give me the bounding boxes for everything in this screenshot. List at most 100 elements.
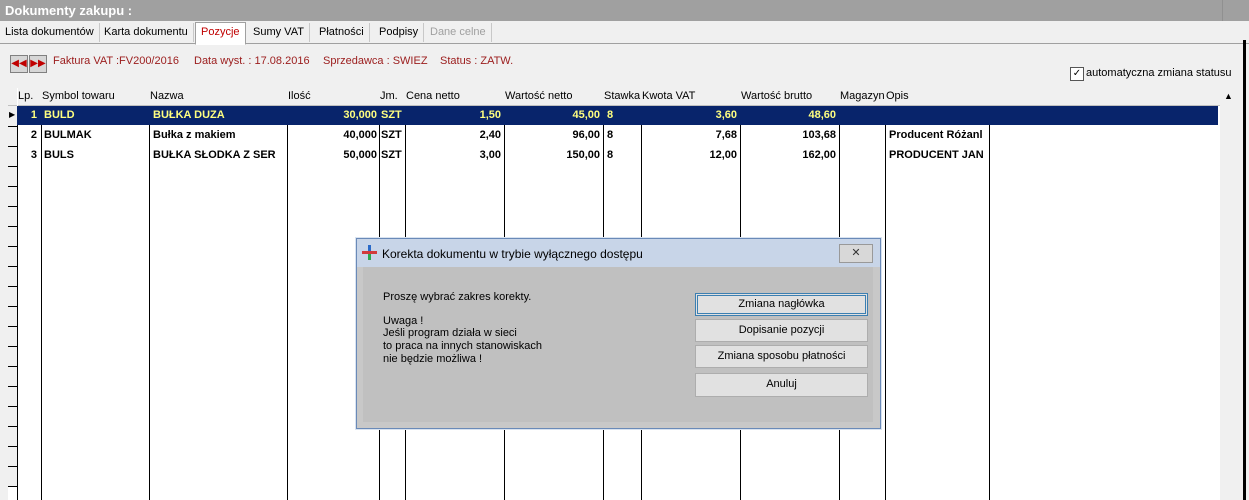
row-indicator[interactable] bbox=[8, 347, 17, 367]
warning-line: Uwaga ! bbox=[383, 315, 424, 327]
cell-lp: 2 bbox=[30, 129, 37, 141]
tab-bar: Lista dokumentów Karta dokumentu Pozycje… bbox=[0, 22, 1249, 45]
table-row[interactable]: 3 BULS BUŁKA SŁODKA Z SER 50,000 SZT 3,0… bbox=[17, 146, 1218, 165]
cancel-button[interactable]: Anuluj bbox=[695, 373, 868, 397]
tab-karta-dokumentu[interactable]: Karta dokumentu bbox=[99, 23, 194, 42]
header-netto[interactable]: Wartość netto bbox=[505, 88, 604, 106]
header-vat[interactable]: Kwota VAT bbox=[642, 88, 741, 106]
cell-nazwa: BUŁKA DUZA bbox=[153, 109, 225, 121]
vertical-scrollbar[interactable]: ▲ bbox=[1220, 88, 1237, 500]
cell-vat: 12,00 bbox=[709, 149, 737, 161]
nav-first-icon[interactable]: ◀◀ bbox=[10, 55, 28, 73]
seller: Sprzedawca : SWIEZ bbox=[323, 55, 428, 67]
nav-next-icon[interactable]: ▶▶ bbox=[29, 55, 47, 73]
scroll-up-icon[interactable]: ▲ bbox=[1220, 88, 1237, 105]
cell-lp: 3 bbox=[30, 149, 37, 161]
row-indicator[interactable] bbox=[8, 227, 17, 247]
cell-brutto: 162,00 bbox=[802, 149, 836, 161]
cell-opis: PRODUCENT JAN bbox=[889, 149, 984, 161]
tab-lista-dokumentow[interactable]: Lista dokumentów bbox=[0, 23, 100, 42]
header-brutto[interactable]: Wartość brutto bbox=[741, 88, 840, 106]
add-position-button[interactable]: Dopisanie pozycji bbox=[695, 319, 868, 342]
cell-vat: 3,60 bbox=[715, 109, 737, 121]
dialog-title: Korekta dokumentu w trybie wyłącznego do… bbox=[382, 247, 643, 261]
cell-cena: 2,40 bbox=[479, 129, 501, 141]
row-indicator[interactable] bbox=[8, 247, 17, 267]
cell-symbol: BULMAK bbox=[44, 129, 92, 141]
tab-platnosci[interactable]: Płatności bbox=[314, 23, 370, 42]
window-titlebar: Dokumenty zakupu : bbox=[0, 0, 1249, 21]
cell-stawka: 8 bbox=[607, 109, 614, 121]
cell-cena: 1,50 bbox=[479, 109, 501, 121]
cell-symbol: BULD bbox=[44, 109, 75, 121]
document-status: Status : ZATW. bbox=[440, 55, 514, 67]
warning-line: to praca na innych stanowiskach bbox=[383, 340, 542, 352]
cell-lp: 1 bbox=[30, 109, 37, 121]
row-indicator[interactable] bbox=[8, 327, 17, 347]
dialog-titlebar: Korekta dokumentu w trybie wyłącznego do… bbox=[357, 239, 880, 267]
row-indicator[interactable] bbox=[8, 267, 17, 287]
change-payment-button[interactable]: Zmiana sposobu płatności bbox=[695, 345, 868, 368]
header-magazyn[interactable]: Magazyn bbox=[840, 88, 886, 106]
warning-line: nie będzie możliwa ! bbox=[383, 353, 483, 365]
close-icon[interactable]: ✕ bbox=[839, 244, 873, 263]
header-ilosc[interactable]: Ilość bbox=[288, 88, 380, 106]
tab-pozycje[interactable]: Pozycje bbox=[195, 22, 246, 45]
cell-opis bbox=[889, 106, 991, 125]
warning-line: Jeśli program działa w sieci bbox=[383, 327, 517, 339]
row-indicator[interactable] bbox=[8, 427, 17, 447]
tab-dane-celne: Dane celne bbox=[425, 23, 492, 42]
row-marker-icon[interactable]: ▶ bbox=[8, 106, 17, 127]
cell-ilosc: 30,000 bbox=[343, 109, 377, 121]
cell-nazwa: BUŁKA SŁODKA Z SER bbox=[153, 149, 276, 161]
header-empty bbox=[990, 88, 1220, 106]
header-cena[interactable]: Cena netto bbox=[406, 88, 505, 106]
issue-date: Data wyst. : 17.08.2016 bbox=[194, 55, 310, 67]
auto-status-checkbox[interactable]: ✓ bbox=[1070, 67, 1084, 81]
cell-brutto: 48,60 bbox=[808, 109, 836, 121]
header-lp[interactable]: Lp. bbox=[18, 88, 42, 106]
row-indicator[interactable] bbox=[8, 447, 17, 467]
row-indicator[interactable] bbox=[8, 207, 17, 227]
header-opis[interactable]: Opis bbox=[886, 88, 990, 106]
cell-magazyn bbox=[842, 146, 884, 165]
row-indicator[interactable] bbox=[8, 287, 17, 307]
row-indicator[interactable] bbox=[8, 147, 17, 167]
cell-stawka: 8 bbox=[607, 129, 614, 141]
cell-symbol: BULS bbox=[44, 149, 74, 161]
tab-sumy-vat[interactable]: Sumy VAT bbox=[248, 23, 310, 42]
row-indicator[interactable] bbox=[8, 127, 17, 147]
cell-netto: 96,00 bbox=[572, 129, 600, 141]
row-indicator[interactable] bbox=[8, 187, 17, 207]
row-indicator[interactable] bbox=[8, 307, 17, 327]
table-row[interactable]: 1 BULD BUŁKA DUZA 30,000 SZT 1,50 45,00 … bbox=[17, 106, 1218, 125]
cell-stawka: 8 bbox=[607, 149, 614, 161]
cell-opis: Producent Różanl bbox=[889, 129, 983, 141]
cell-ilosc: 40,000 bbox=[343, 129, 377, 141]
cell-jm: SZT bbox=[381, 129, 402, 141]
cell-brutto: 103,68 bbox=[802, 129, 836, 141]
cell-netto: 150,00 bbox=[566, 149, 600, 161]
window-title: Dokumenty zakupu : bbox=[5, 3, 133, 18]
row-indicator[interactable] bbox=[8, 407, 17, 427]
header-corner bbox=[8, 88, 17, 106]
cell-vat: 7,68 bbox=[715, 129, 737, 141]
header-nazwa[interactable]: Nazwa bbox=[150, 88, 288, 106]
row-indicator[interactable] bbox=[8, 467, 17, 487]
header-stawka[interactable]: Stawka bbox=[604, 88, 642, 106]
dialog-body: Proszę wybrać zakres korekty. Uwaga ! Je… bbox=[363, 267, 873, 422]
row-indicator[interactable] bbox=[8, 367, 17, 387]
row-indicator[interactable] bbox=[8, 387, 17, 407]
cell-ilosc: 50,000 bbox=[343, 149, 377, 161]
titlebar-edge bbox=[1222, 0, 1249, 21]
auto-status-label: automatyczna zmiana statusu bbox=[1086, 67, 1232, 79]
tab-podpisy[interactable]: Podpisy bbox=[374, 23, 425, 42]
cell-jm: SZT bbox=[381, 149, 402, 161]
header-jm[interactable]: Jm. bbox=[380, 88, 406, 106]
grid-line bbox=[885, 106, 886, 500]
cell-netto: 45,00 bbox=[572, 109, 600, 121]
row-indicator[interactable] bbox=[8, 167, 17, 187]
table-row[interactable]: 2 BULMAK Bułka z makiem 40,000 SZT 2,40 … bbox=[17, 126, 1218, 145]
header-symbol[interactable]: Symbol towaru bbox=[42, 88, 150, 106]
change-header-button[interactable]: Zmiana nagłówka bbox=[695, 293, 868, 316]
